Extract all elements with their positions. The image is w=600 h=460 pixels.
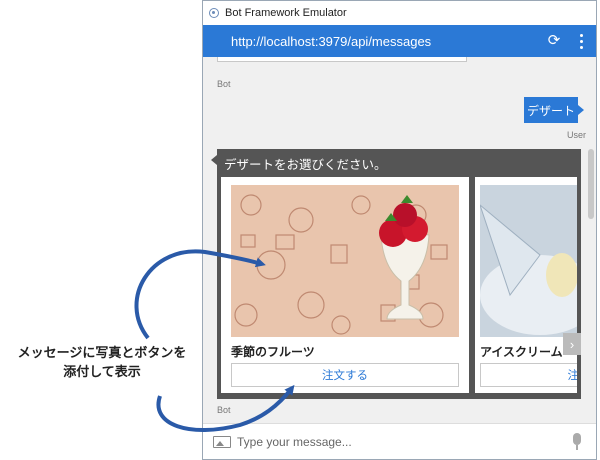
card-image-strawberry <box>231 185 459 337</box>
microphone-icon[interactable] <box>572 432 582 451</box>
emulator-window: Bot Framework Emulator http://localhost:… <box>202 0 597 460</box>
window-title: Bot Framework Emulator <box>225 7 347 19</box>
user-message-bubble: デザート <box>524 97 584 123</box>
order-button[interactable]: 注文する <box>231 363 459 387</box>
bot-label: Bot <box>217 79 231 89</box>
image-upload-icon[interactable] <box>213 435 231 448</box>
title-bar: Bot Framework Emulator <box>203 1 596 25</box>
card-image-icecream <box>480 185 577 337</box>
bot-message-bubble: デザートをお選びください。 季節のフルーツ 注文する アイスクリーム › <box>211 149 581 399</box>
app-icon <box>209 8 219 18</box>
annotation-line-2: 添付して表示 <box>63 364 141 379</box>
message-input[interactable] <box>237 434 572 449</box>
scrollbar[interactable] <box>588 149 594 219</box>
hero-card: アイスクリーム 注 <box>475 177 577 393</box>
endpoint-url[interactable]: http://localhost:3979/api/messages <box>231 34 431 49</box>
previous-card <box>217 57 467 62</box>
chat-area: Bot デザート User デザートをお選びください。 季節のフルーツ 注文する… <box>203 57 596 423</box>
refresh-icon[interactable]: ⟳ <box>546 32 562 49</box>
chevron-right-icon[interactable]: › <box>563 333 581 355</box>
card-title: 季節のフルーツ <box>231 345 315 359</box>
order-button[interactable]: 注 <box>480 363 577 387</box>
bot-label: Bot <box>217 405 231 415</box>
address-bar: http://localhost:3979/api/messages ⟳ <box>203 25 596 57</box>
more-options-icon[interactable] <box>576 32 586 50</box>
message-input-bar <box>203 423 596 459</box>
card-title: アイスクリーム <box>480 345 563 359</box>
user-label: User <box>567 130 587 140</box>
bot-message-text: デザートをお選びください。 <box>224 158 387 172</box>
annotation-line-1: メッセージに写真とボタンを <box>17 345 187 360</box>
annotation-caption: メッセージに写真とボタンを 添付して表示 <box>4 343 200 381</box>
hero-card: 季節のフルーツ 注文する <box>221 177 469 393</box>
